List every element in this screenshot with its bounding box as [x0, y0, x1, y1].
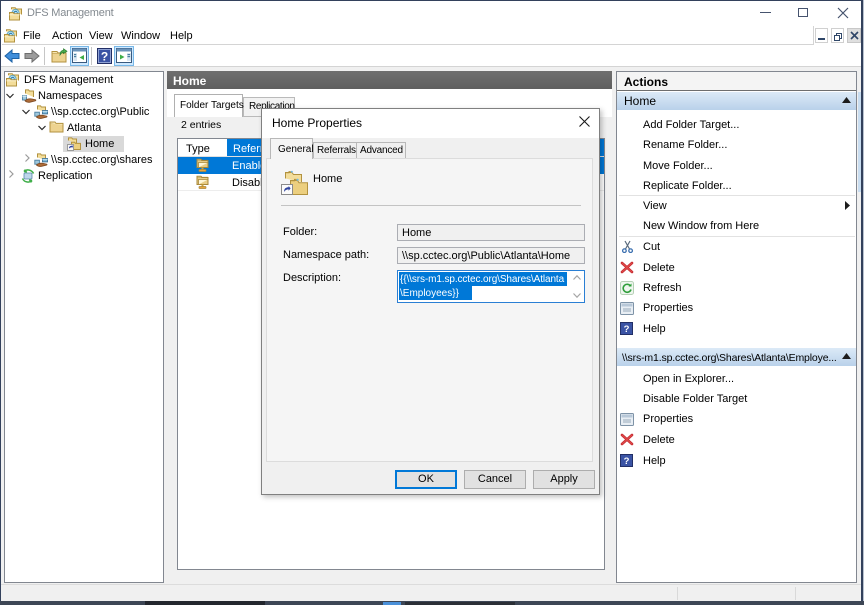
svg-text:?: ?	[624, 456, 630, 467]
svg-text:?: ?	[624, 324, 630, 335]
svg-text:?: ?	[101, 50, 108, 64]
